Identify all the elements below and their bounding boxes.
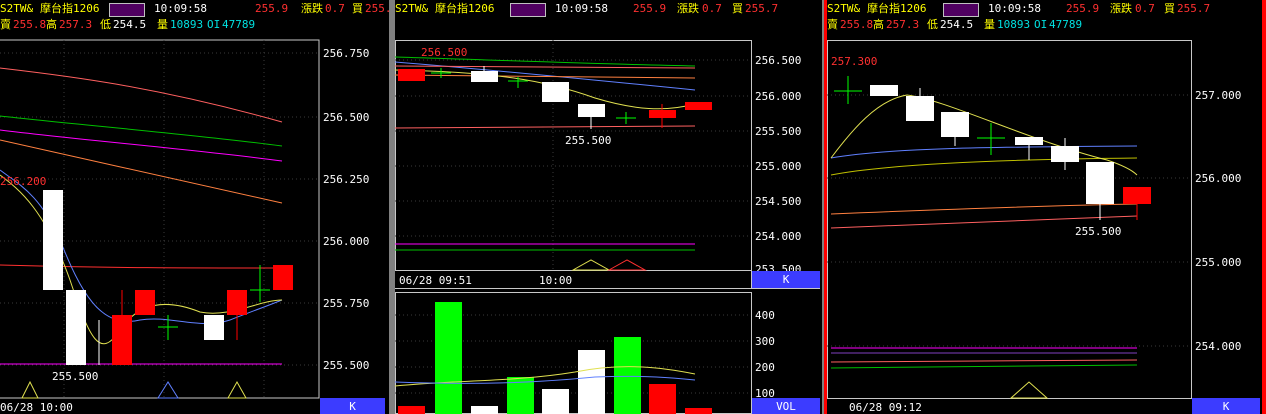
high-marker: 256.500 [421,46,467,59]
svg-text:256.500: 256.500 [755,54,801,67]
high-marker: 256.200 [0,175,46,188]
date-label-left: 06/28 10:00 [0,401,73,414]
period-button-middle[interactable]: K [752,271,820,288]
candle [227,290,247,315]
signal-triangle [157,381,179,399]
low-marker: 255.500 [52,370,98,383]
svg-text:256.000: 256.000 [755,90,801,103]
svg-text:255.000: 255.000 [1195,256,1241,269]
candlestick-chart-middle[interactable]: 256.500 255.500 256.500 256.000 255.500 … [395,0,825,414]
low-marker: 255.500 [565,134,611,147]
svg-text:256.250: 256.250 [323,173,369,186]
svg-text:256.750: 256.750 [323,47,369,60]
candles-left [43,190,293,365]
svg-text:254.000: 254.000 [755,230,801,243]
svg-text:200: 200 [755,361,775,374]
y-axis-right: 257.000 256.000 255.000 254.000 [1195,89,1241,353]
candle [66,290,86,365]
candle [273,265,293,290]
chart-panel-middle[interactable]: S2TW& 摩台指1206 10:09:58 255.9 漲跌 0.7 買 25… [395,0,825,414]
y-axis-left: 256.750 256.500 256.250 256.000 255.750 … [323,47,369,372]
candle [43,190,63,290]
svg-text:400: 400 [755,309,775,322]
y-axis-volume: 400 300 200 100 [755,309,775,400]
chart-panel-right[interactable]: S2TW& 摩台指1206 10:09:58 255.9 漲跌 0.7 買 25… [827,0,1262,414]
signal-triangle [21,380,39,399]
candle [112,315,132,365]
candle [204,315,224,340]
svg-text:255.500: 255.500 [755,125,801,138]
svg-text:257.000: 257.000 [1195,89,1241,102]
chart-panel-left[interactable]: S2TW& 摩台指1206 10:09:58 255.9 漲跌 0.7 買 25… [0,0,389,414]
svg-text:255.000: 255.000 [755,160,801,173]
candlestick-chart-right[interactable]: 257.300 255.500 257.000 256.000 255.000 … [827,0,1262,414]
svg-text:255.500: 255.500 [323,359,369,372]
svg-text:254.000: 254.000 [1195,340,1241,353]
high-marker: 257.300 [831,55,877,68]
y-axis-middle: 256.500 256.000 255.500 255.000 254.500 … [755,54,801,276]
svg-text:300: 300 [755,335,775,348]
active-panel-border [1262,0,1266,414]
svg-text:255.750: 255.750 [323,297,369,310]
date-label-middle: 06/28 09:51 [399,274,472,287]
low-marker: 255.500 [1075,225,1121,238]
time-tick-middle: 10:00 [539,274,572,287]
svg-text:256.000: 256.000 [1195,172,1241,185]
svg-text:254.500: 254.500 [755,195,801,208]
volume-bars [398,302,712,414]
signal-triangle [227,380,247,399]
svg-text:256.500: 256.500 [323,111,369,124]
candlestick-chart-left[interactable]: 256.200 255.500 256.750 256.500 256.250 [0,0,389,414]
candle [135,290,155,315]
period-button-right[interactable]: K [1192,398,1260,414]
svg-text:256.000: 256.000 [323,235,369,248]
volume-button[interactable]: VOL [752,398,820,414]
period-button-left[interactable]: K [320,398,385,414]
date-label-right: 06/28 09:12 [849,401,922,414]
